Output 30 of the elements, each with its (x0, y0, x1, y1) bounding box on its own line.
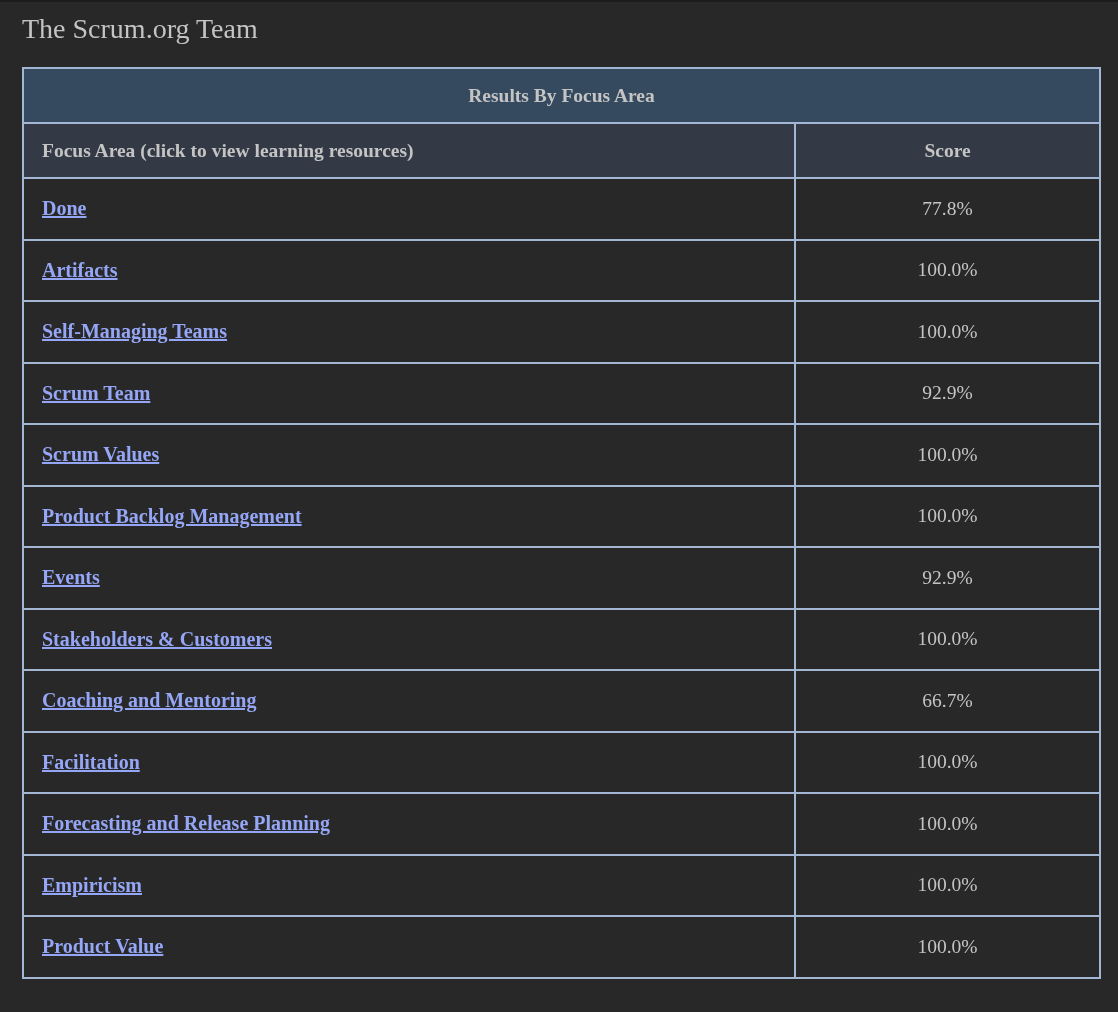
score-cell: 100.0% (795, 608, 1100, 670)
score-cell: 100.0% (795, 301, 1100, 363)
focus-area-link[interactable]: Empiricism (42, 873, 142, 896)
focus-area-link[interactable]: Product Value (42, 935, 164, 958)
score-cell: 100.0% (795, 485, 1100, 547)
focus-area-link[interactable]: Events (42, 566, 100, 589)
focus-area-link[interactable]: Stakeholders & Customers (42, 627, 272, 650)
focus-area-link[interactable]: Facilitation (42, 750, 140, 773)
page-title: The Scrum.org Team (22, 12, 259, 46)
score-cell: 66.7% (795, 670, 1100, 732)
focus-area-link[interactable]: Forecasting and Release Planning (42, 812, 330, 835)
focus-area-link[interactable]: Coaching and Mentoring (42, 689, 257, 712)
score-cell: 92.9% (795, 547, 1100, 609)
score-cell: 92.9% (795, 362, 1100, 424)
score-cell: 100.0% (795, 731, 1100, 793)
score-cell: 100.0% (795, 854, 1100, 916)
score-cell: 100.0% (795, 424, 1100, 486)
score-cell: 100.0% (795, 239, 1100, 301)
focus-area-link[interactable]: Product Backlog Management (42, 504, 302, 527)
table-caption: Results By Focus Area (23, 68, 1100, 123)
score-cell: 100.0% (795, 793, 1100, 855)
focus-area-link[interactable]: Scrum Team (42, 381, 151, 404)
column-header: Score (795, 123, 1100, 178)
focus-area-link[interactable]: Done (42, 197, 87, 220)
focus-area-link[interactable]: Scrum Values (42, 443, 160, 466)
focus-area-link[interactable]: Artifacts (42, 258, 118, 281)
score-cell: 77.8% (795, 178, 1100, 240)
score-cell: 100.0% (795, 916, 1100, 978)
column-header: Focus Area (click to view learning resources) (23, 123, 795, 178)
focus-area-link[interactable]: Self-Managing Teams (42, 320, 228, 343)
